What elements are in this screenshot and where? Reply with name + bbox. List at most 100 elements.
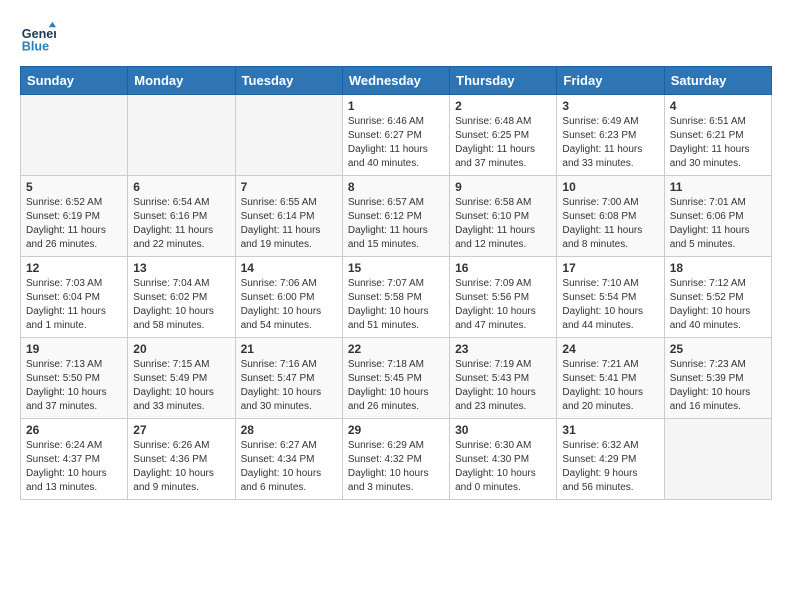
day-info: Sunrise: 7:21 AM Sunset: 5:41 PM Dayligh… <box>562 358 658 414</box>
day-info: Sunrise: 7:09 AM Sunset: 5:56 PM Dayligh… <box>455 277 551 333</box>
day-number: 15 <box>348 261 444 275</box>
calendar-cell: 30 Sunrise: 6:30 AM Sunset: 4:30 PM Dayli… <box>450 419 557 500</box>
weekday-header-saturday: Saturday <box>664 67 771 95</box>
day-info: Sunrise: 6:55 AM Sunset: 6:14 PM Dayligh… <box>241 196 337 252</box>
calendar-cell: 26 Sunrise: 6:24 AM Sunset: 4:37 PM Dayli… <box>21 419 128 500</box>
svg-text:Blue: Blue <box>22 40 49 54</box>
calendar-cell: 27 Sunrise: 6:26 AM Sunset: 4:36 PM Dayli… <box>128 419 235 500</box>
calendar-cell <box>235 95 342 176</box>
weekday-header-row: SundayMondayTuesdayWednesdayThursdayFrid… <box>21 67 772 95</box>
day-info: Sunrise: 7:13 AM Sunset: 5:50 PM Dayligh… <box>26 358 122 414</box>
calendar-cell: 19 Sunrise: 7:13 AM Sunset: 5:50 PM Dayli… <box>21 338 128 419</box>
weekday-header-tuesday: Tuesday <box>235 67 342 95</box>
day-info: Sunrise: 6:48 AM Sunset: 6:25 PM Dayligh… <box>455 115 551 171</box>
week-row-4: 19 Sunrise: 7:13 AM Sunset: 5:50 PM Dayli… <box>21 338 772 419</box>
day-info: Sunrise: 6:27 AM Sunset: 4:34 PM Dayligh… <box>241 439 337 495</box>
weekday-header-sunday: Sunday <box>21 67 128 95</box>
day-info: Sunrise: 6:32 AM Sunset: 4:29 PM Dayligh… <box>562 439 658 495</box>
day-info: Sunrise: 7:01 AM Sunset: 6:06 PM Dayligh… <box>670 196 766 252</box>
weekday-header-monday: Monday <box>128 67 235 95</box>
calendar-cell <box>128 95 235 176</box>
day-number: 4 <box>670 99 766 113</box>
week-row-3: 12 Sunrise: 7:03 AM Sunset: 6:04 PM Dayli… <box>21 257 772 338</box>
calendar-cell: 15 Sunrise: 7:07 AM Sunset: 5:58 PM Dayli… <box>342 257 449 338</box>
day-info: Sunrise: 7:18 AM Sunset: 5:45 PM Dayligh… <box>348 358 444 414</box>
day-info: Sunrise: 7:19 AM Sunset: 5:43 PM Dayligh… <box>455 358 551 414</box>
calendar-cell: 11Sunrise: 7:01 AM Sunset: 6:06 PM Dayli… <box>664 176 771 257</box>
calendar-cell <box>21 95 128 176</box>
day-info: Sunrise: 7:10 AM Sunset: 5:54 PM Dayligh… <box>562 277 658 333</box>
logo: General Blue <box>20 20 60 56</box>
calendar-cell: 4 Sunrise: 6:51 AM Sunset: 6:21 PM Daylig… <box>664 95 771 176</box>
day-info: Sunrise: 6:58 AM Sunset: 6:10 PM Dayligh… <box>455 196 551 252</box>
day-info: Sunrise: 7:03 AM Sunset: 6:04 PM Dayligh… <box>26 277 122 333</box>
day-info: Sunrise: 6:51 AM Sunset: 6:21 PM Dayligh… <box>670 115 766 171</box>
calendar-cell: 10Sunrise: 7:00 AM Sunset: 6:08 PM Dayli… <box>557 176 664 257</box>
day-info: Sunrise: 6:30 AM Sunset: 4:30 PM Dayligh… <box>455 439 551 495</box>
header: General Blue <box>20 20 772 56</box>
day-info: Sunrise: 7:07 AM Sunset: 5:58 PM Dayligh… <box>348 277 444 333</box>
calendar-cell: 20 Sunrise: 7:15 AM Sunset: 5:49 PM Dayli… <box>128 338 235 419</box>
calendar-cell: 16 Sunrise: 7:09 AM Sunset: 5:56 PM Dayli… <box>450 257 557 338</box>
day-info: Sunrise: 6:46 AM Sunset: 6:27 PM Dayligh… <box>348 115 444 171</box>
day-number: 12 <box>26 261 122 275</box>
day-number: 22 <box>348 342 444 356</box>
day-info: Sunrise: 6:57 AM Sunset: 6:12 PM Dayligh… <box>348 196 444 252</box>
calendar-cell: 6Sunrise: 6:54 AM Sunset: 6:16 PM Daylig… <box>128 176 235 257</box>
calendar-cell: 12 Sunrise: 7:03 AM Sunset: 6:04 PM Dayli… <box>21 257 128 338</box>
calendar-cell: 14 Sunrise: 7:06 AM Sunset: 6:00 PM Dayli… <box>235 257 342 338</box>
day-info: Sunrise: 6:54 AM Sunset: 6:16 PM Dayligh… <box>133 196 229 252</box>
week-row-2: 5Sunrise: 6:52 AM Sunset: 6:19 PM Daylig… <box>21 176 772 257</box>
day-number: 14 <box>241 261 337 275</box>
week-row-1: 1 Sunrise: 6:46 AM Sunset: 6:27 PM Daylig… <box>21 95 772 176</box>
day-info: Sunrise: 7:15 AM Sunset: 5:49 PM Dayligh… <box>133 358 229 414</box>
calendar-cell: 8Sunrise: 6:57 AM Sunset: 6:12 PM Daylig… <box>342 176 449 257</box>
day-info: Sunrise: 7:06 AM Sunset: 6:00 PM Dayligh… <box>241 277 337 333</box>
day-info: Sunrise: 6:26 AM Sunset: 4:36 PM Dayligh… <box>133 439 229 495</box>
calendar: SundayMondayTuesdayWednesdayThursdayFrid… <box>20 66 772 500</box>
day-number: 2 <box>455 99 551 113</box>
weekday-header-thursday: Thursday <box>450 67 557 95</box>
day-number: 13 <box>133 261 229 275</box>
calendar-cell: 13 Sunrise: 7:04 AM Sunset: 6:02 PM Dayli… <box>128 257 235 338</box>
calendar-cell: 25 Sunrise: 7:23 AM Sunset: 5:39 PM Dayli… <box>664 338 771 419</box>
day-number: 30 <box>455 423 551 437</box>
day-number: 18 <box>670 261 766 275</box>
day-info: Sunrise: 7:16 AM Sunset: 5:47 PM Dayligh… <box>241 358 337 414</box>
logo-icon: General Blue <box>20 20 56 56</box>
weekday-header-friday: Friday <box>557 67 664 95</box>
calendar-cell: 18Sunrise: 7:12 AM Sunset: 5:52 PM Dayli… <box>664 257 771 338</box>
day-number: 21 <box>241 342 337 356</box>
calendar-cell: 5Sunrise: 6:52 AM Sunset: 6:19 PM Daylig… <box>21 176 128 257</box>
day-number: 31 <box>562 423 658 437</box>
day-info: Sunrise: 7:23 AM Sunset: 5:39 PM Dayligh… <box>670 358 766 414</box>
day-info: Sunrise: 6:29 AM Sunset: 4:32 PM Dayligh… <box>348 439 444 495</box>
calendar-cell: 1 Sunrise: 6:46 AM Sunset: 6:27 PM Daylig… <box>342 95 449 176</box>
calendar-cell: 3Sunrise: 6:49 AM Sunset: 6:23 PM Daylig… <box>557 95 664 176</box>
day-info: Sunrise: 6:49 AM Sunset: 6:23 PM Dayligh… <box>562 115 658 171</box>
day-number: 1 <box>348 99 444 113</box>
day-number: 20 <box>133 342 229 356</box>
day-info: Sunrise: 6:52 AM Sunset: 6:19 PM Dayligh… <box>26 196 122 252</box>
calendar-cell: 7 Sunrise: 6:55 AM Sunset: 6:14 PM Daylig… <box>235 176 342 257</box>
day-number: 25 <box>670 342 766 356</box>
day-info: Sunrise: 6:24 AM Sunset: 4:37 PM Dayligh… <box>26 439 122 495</box>
day-info: Sunrise: 7:04 AM Sunset: 6:02 PM Dayligh… <box>133 277 229 333</box>
calendar-cell: 23Sunrise: 7:19 AM Sunset: 5:43 PM Dayli… <box>450 338 557 419</box>
day-number: 29 <box>348 423 444 437</box>
calendar-cell: 29 Sunrise: 6:29 AM Sunset: 4:32 PM Dayli… <box>342 419 449 500</box>
day-number: 24 <box>562 342 658 356</box>
day-number: 27 <box>133 423 229 437</box>
day-number: 26 <box>26 423 122 437</box>
day-number: 16 <box>455 261 551 275</box>
calendar-cell: 21 Sunrise: 7:16 AM Sunset: 5:47 PM Dayli… <box>235 338 342 419</box>
day-number: 19 <box>26 342 122 356</box>
calendar-cell: 28Sunrise: 6:27 AM Sunset: 4:34 PM Dayli… <box>235 419 342 500</box>
weekday-header-wednesday: Wednesday <box>342 67 449 95</box>
calendar-cell: 9Sunrise: 6:58 AM Sunset: 6:10 PM Daylig… <box>450 176 557 257</box>
week-row-5: 26 Sunrise: 6:24 AM Sunset: 4:37 PM Dayli… <box>21 419 772 500</box>
day-number: 17 <box>562 261 658 275</box>
day-number: 7 <box>241 180 337 194</box>
calendar-cell: 17 Sunrise: 7:10 AM Sunset: 5:54 PM Dayli… <box>557 257 664 338</box>
day-info: Sunrise: 7:00 AM Sunset: 6:08 PM Dayligh… <box>562 196 658 252</box>
